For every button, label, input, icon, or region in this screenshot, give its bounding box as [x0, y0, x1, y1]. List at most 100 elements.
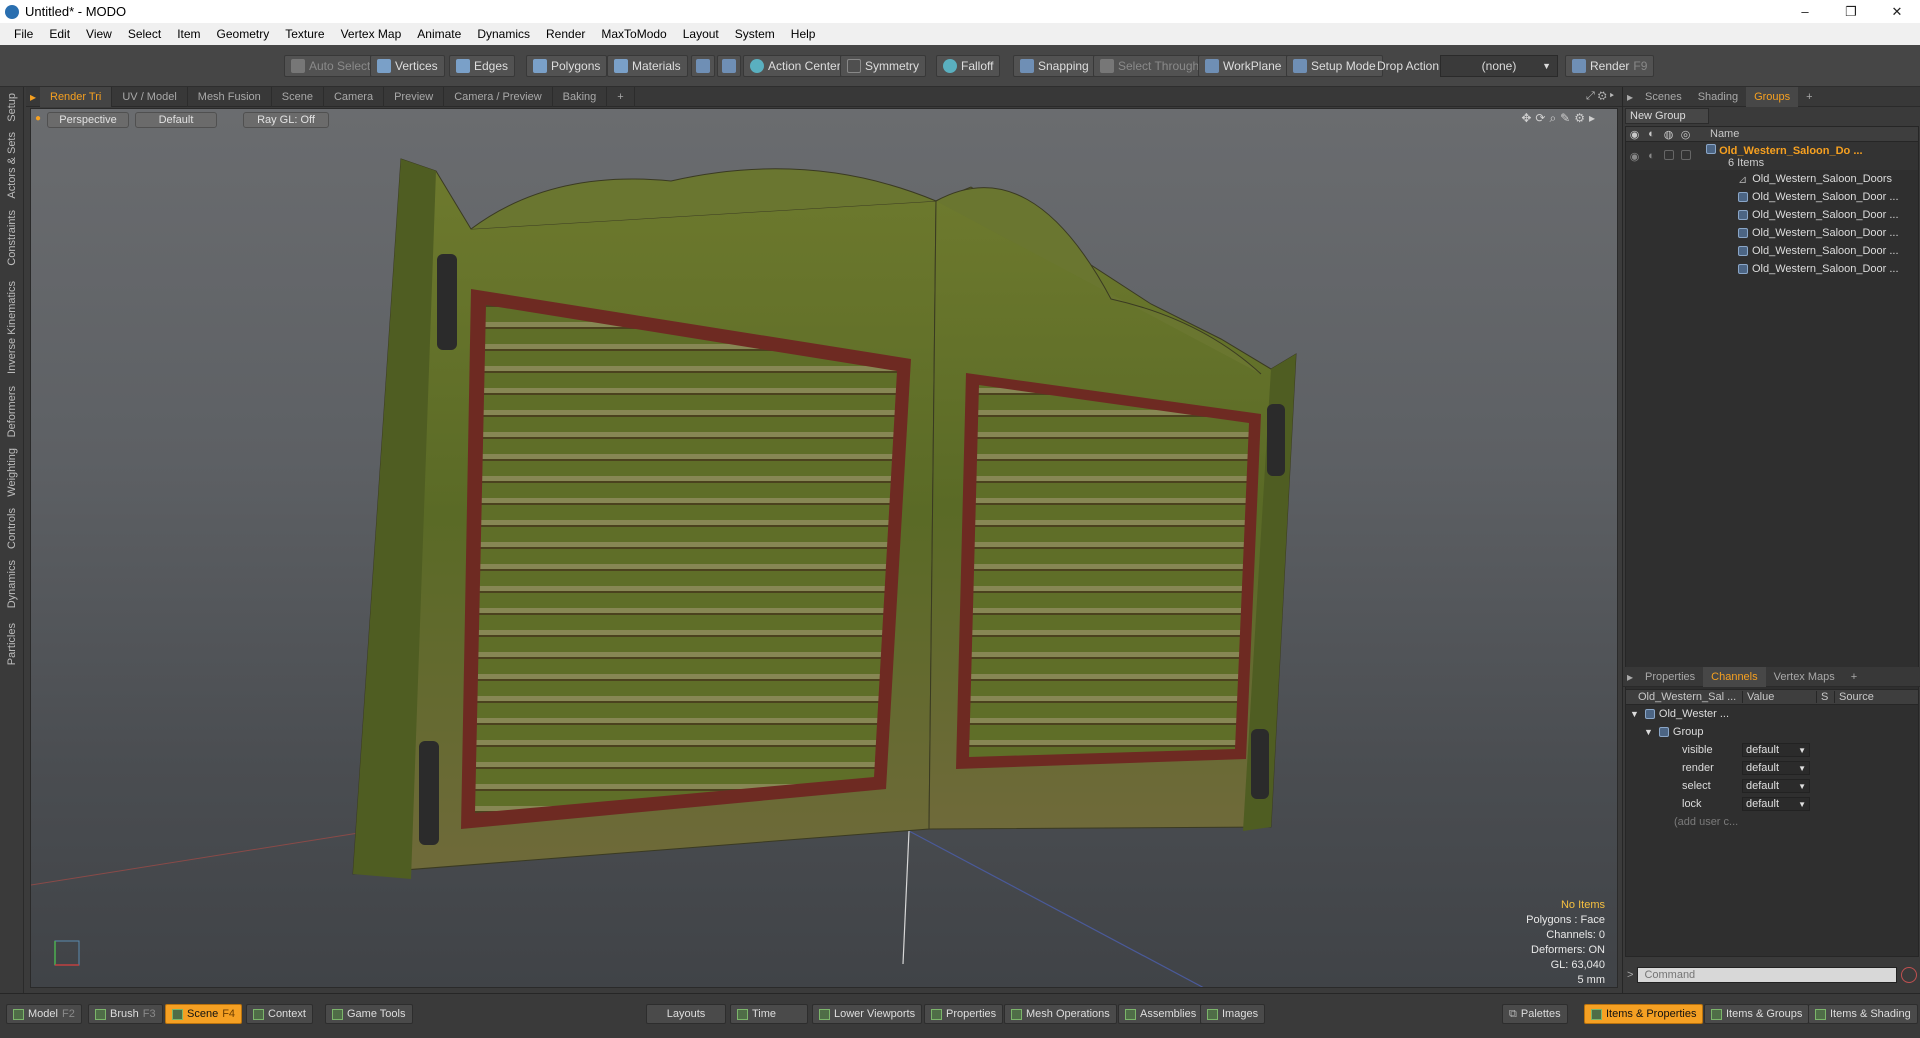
select-toggle-icon[interactable]: ◎	[1677, 128, 1694, 141]
expand-icon[interactable]: ▼	[1644, 727, 1653, 737]
eye-icon[interactable]: ◉	[1626, 128, 1643, 141]
tab-shading[interactable]: Shading	[1690, 87, 1746, 107]
items-shading-button[interactable]: Items & Shading	[1808, 1004, 1918, 1024]
time-button[interactable]: Time	[730, 1004, 808, 1024]
assemblies-button[interactable]: Assemblies	[1118, 1004, 1204, 1024]
side-tab-controls[interactable]: Controls	[0, 503, 24, 553]
channel-row-render[interactable]: render default ▼	[1626, 759, 1918, 777]
menu-render[interactable]: Render	[538, 27, 593, 41]
new-group-button[interactable]: New Group	[1625, 108, 1709, 124]
side-tab-particles[interactable]: Particles	[0, 615, 24, 673]
vertices-button[interactable]: Vertices	[370, 55, 445, 77]
add-user-channel[interactable]: (add user c...	[1626, 813, 1918, 831]
context-layout-button[interactable]: Context	[246, 1004, 313, 1024]
layouts-button[interactable]: Layouts	[646, 1004, 726, 1024]
palettes-button[interactable]: ⧉ Palettes	[1502, 1004, 1568, 1024]
menu-edit[interactable]: Edit	[41, 27, 78, 41]
add-tab-button[interactable]: +	[607, 86, 635, 107]
menu-dynamics[interactable]: Dynamics	[469, 27, 538, 41]
tab-properties[interactable]: Properties	[1637, 667, 1703, 687]
auto-select-button[interactable]: Auto Select	[284, 55, 378, 77]
list-item[interactable]: ⊿ Old_Western_Saloon_Doors	[1626, 170, 1918, 188]
model-layout-button[interactable]: Model F2	[6, 1004, 82, 1024]
channel-row-visible[interactable]: visible default ▼	[1626, 741, 1918, 759]
list-item[interactable]: Old_Western_Saloon_Door ...	[1626, 224, 1918, 242]
properties-button[interactable]: Properties	[924, 1004, 1004, 1024]
list-item[interactable]: Old_Western_Saloon_Door ...	[1626, 242, 1918, 260]
group-select-toggle[interactable]	[1677, 149, 1694, 163]
group-eye-icon[interactable]: ◉	[1626, 150, 1643, 163]
maximize-button[interactable]: ❐	[1828, 0, 1874, 23]
render-dropdown[interactable]: default ▼	[1742, 761, 1810, 775]
tab-uv-model[interactable]: UV / Model	[112, 86, 188, 107]
lock-icon[interactable]: ◍	[1660, 128, 1677, 141]
tab-camera[interactable]: Camera	[324, 86, 385, 107]
viewport-options-icon[interactable]: ⤢ ⚙ ▸	[1586, 90, 1614, 103]
mesh-operations-button[interactable]: Mesh Operations	[1004, 1004, 1117, 1024]
tab-camera-preview[interactable]: Camera / Preview	[444, 86, 553, 107]
materials-button[interactable]: Materials	[607, 55, 688, 77]
item-mode-button[interactable]	[691, 55, 715, 77]
side-tab-actors-sets[interactable]: Actors & Sets	[0, 127, 24, 203]
visible-dropdown[interactable]: default ▼	[1742, 743, 1810, 757]
menu-maxtomodo[interactable]: MaxToModo	[593, 27, 674, 41]
symmetry-button[interactable]: Symmetry	[840, 55, 926, 77]
select-dropdown[interactable]: default ▼	[1742, 779, 1810, 793]
tab-render-tri[interactable]: Render Tri	[40, 86, 113, 107]
menu-system[interactable]: System	[727, 27, 783, 41]
group-render-icon[interactable]: ◐	[1643, 150, 1660, 162]
list-item[interactable]: Old_Western_Saloon_Door ...	[1626, 188, 1918, 206]
tab-mesh-fusion[interactable]: Mesh Fusion	[188, 86, 272, 107]
menu-vertex-map[interactable]: Vertex Map	[333, 27, 410, 41]
tab-scene[interactable]: Scene	[272, 86, 324, 107]
menu-texture[interactable]: Texture	[277, 27, 332, 41]
setup-mode-button[interactable]: Setup Mode	[1286, 55, 1383, 77]
side-tab-weighting[interactable]: Weighting	[0, 443, 24, 501]
side-tab-constraints[interactable]: Constraints	[0, 205, 24, 271]
select-through-button[interactable]: Select Through	[1093, 55, 1207, 77]
menu-geometry[interactable]: Geometry	[209, 27, 278, 41]
items-properties-button[interactable]: Items & Properties	[1584, 1004, 1704, 1024]
command-input[interactable]	[1637, 967, 1897, 983]
record-icon[interactable]	[1901, 967, 1917, 983]
snapping-button[interactable]: Snapping	[1013, 55, 1096, 77]
side-tab-inverse-kinematics[interactable]: Inverse Kinematics	[0, 273, 24, 381]
menu-item[interactable]: Item	[169, 27, 208, 41]
expand-icon[interactable]: ▼	[1630, 709, 1639, 719]
properties-menu-icon[interactable]: ▸	[1623, 670, 1637, 684]
render-toggle-icon[interactable]: ◐	[1643, 128, 1660, 140]
tab-channels[interactable]: Channels	[1703, 666, 1766, 687]
minimize-button[interactable]: –	[1782, 0, 1828, 23]
tab-baking[interactable]: Baking	[553, 86, 608, 107]
add-properties-tab-button[interactable]: +	[1843, 667, 1865, 687]
side-tab-setup[interactable]: Setup	[0, 89, 24, 125]
workplane-button[interactable]: WorkPlane	[1198, 55, 1289, 77]
menu-file[interactable]: File	[6, 27, 41, 41]
scene-layout-button[interactable]: Scene F4	[165, 1004, 243, 1024]
polygons-button[interactable]: Polygons	[526, 55, 608, 77]
3d-viewport[interactable]: ● Perspective Default Ray GL: Off ✥⟳⌕✎⚙▸	[30, 108, 1618, 988]
falloff-button[interactable]: Falloff	[936, 55, 1001, 77]
channel-row-select[interactable]: select default ▼	[1626, 777, 1918, 795]
menu-layout[interactable]: Layout	[675, 27, 727, 41]
game-tools-layout-button[interactable]: Game Tools	[325, 1004, 413, 1024]
menu-select[interactable]: Select	[120, 27, 169, 41]
group-row[interactable]: ◉ ◐ Old_Western_Saloon_Do ... 6 Items	[1626, 142, 1918, 170]
drop-action-select[interactable]: (none) ▼	[1440, 55, 1558, 77]
tab-menu-icon[interactable]: ▸	[26, 90, 40, 104]
images-button[interactable]: Images	[1200, 1004, 1266, 1024]
pivot-mode-button[interactable]	[717, 55, 741, 77]
lower-viewports-button[interactable]: Lower Viewports	[812, 1004, 923, 1024]
render-button[interactable]: Render F9	[1565, 55, 1655, 77]
panel-menu-icon[interactable]: ▸	[1623, 90, 1637, 104]
list-item[interactable]: Old_Western_Saloon_Door ...	[1626, 260, 1918, 278]
tab-scenes[interactable]: Scenes	[1637, 87, 1690, 107]
lock-dropdown[interactable]: default ▼	[1742, 797, 1810, 811]
action-center-button[interactable]: Action Center	[743, 55, 848, 77]
tab-preview[interactable]: Preview	[384, 86, 445, 107]
group-lock-toggle[interactable]	[1660, 149, 1677, 163]
edges-button[interactable]: Edges	[449, 55, 516, 77]
list-item[interactable]: Old_Western_Saloon_Door ...	[1626, 206, 1918, 224]
menu-animate[interactable]: Animate	[409, 27, 469, 41]
tab-groups[interactable]: Groups	[1746, 86, 1799, 107]
